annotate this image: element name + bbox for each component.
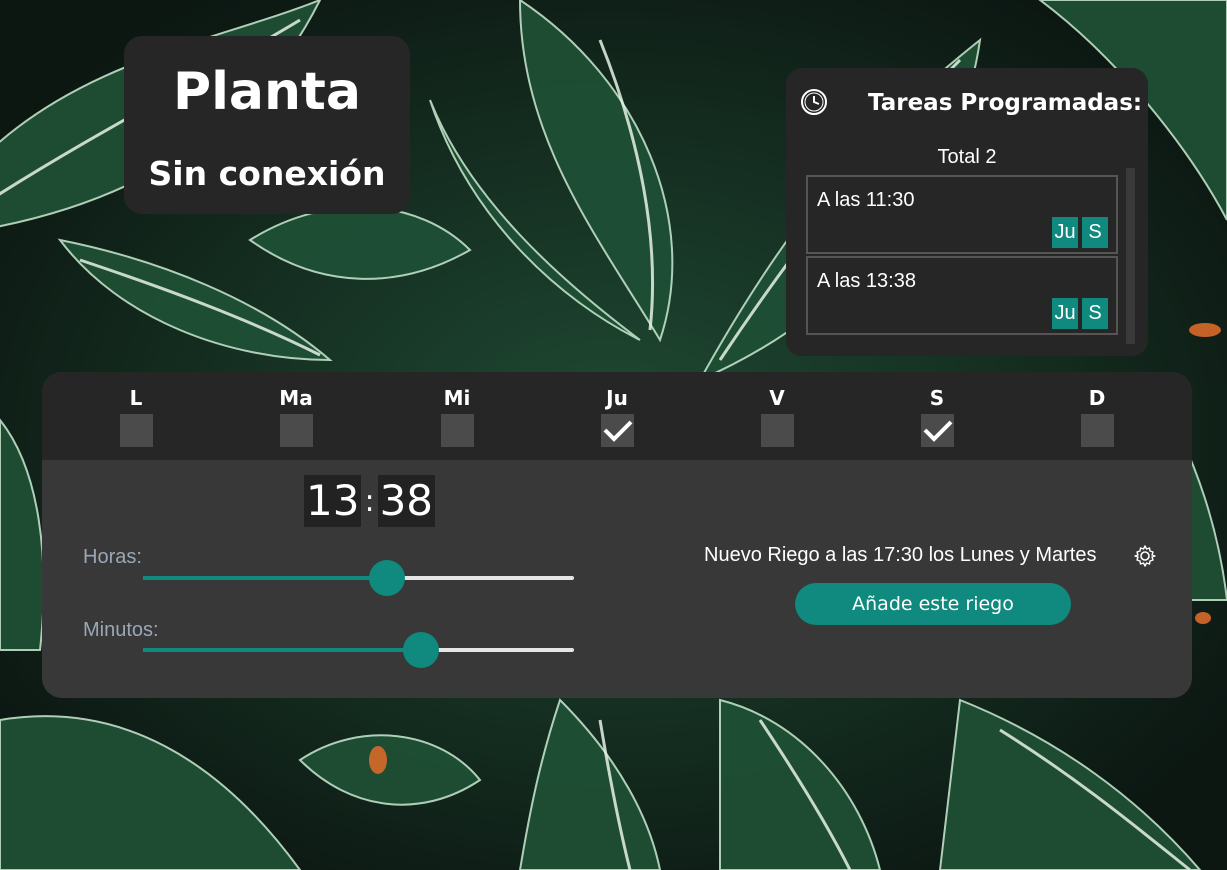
task-list: A las 11:30 Ju S A las 13:38 Ju S	[806, 175, 1118, 337]
weekday-selector: L Ma Mi Ju V S D	[42, 372, 1192, 460]
weekday-sabado: S	[907, 386, 967, 447]
weekday-checkbox[interactable]	[760, 414, 794, 447]
new-irrigation-summary: Nuevo Riego a las 17:30 los Lunes y Mart…	[704, 544, 1097, 566]
weekday-checkbox[interactable]	[440, 414, 474, 447]
task-item[interactable]: A las 13:38 Ju S	[806, 256, 1118, 335]
add-irrigation-button[interactable]: Añade este riego	[795, 583, 1071, 625]
clock-icon	[801, 89, 827, 115]
minutes-slider-fill	[143, 648, 421, 652]
task-day-chip: Ju	[1052, 217, 1078, 248]
task-time: A las 13:38	[817, 270, 916, 292]
weekday-jueves: Ju	[587, 386, 647, 447]
schedule-editor-panel: L Ma Mi Ju V S D 13 : 38 Horas: Minutos:…	[42, 372, 1192, 698]
weekday-label: L	[129, 386, 143, 410]
checkmark-icon	[603, 420, 632, 442]
weekday-checkbox[interactable]	[279, 414, 313, 447]
weekday-label: D	[1088, 386, 1106, 410]
scheduled-tasks-panel: Tareas Programadas: Total 2 A las 11:30 …	[786, 68, 1148, 356]
task-day-chip: S	[1082, 298, 1108, 329]
task-day-chip: S	[1082, 217, 1108, 248]
hours-slider-fill	[143, 576, 387, 580]
weekday-martes: Ma	[266, 386, 326, 447]
tasks-total-count: Total 2	[937, 146, 997, 168]
hours-slider-thumb[interactable]	[368, 560, 405, 596]
hours-display: 13	[304, 475, 362, 527]
task-days: Ju S	[1052, 298, 1108, 329]
weekday-lunes: L	[106, 386, 166, 447]
weekday-checkbox[interactable]	[1080, 414, 1114, 447]
weekday-label: V	[769, 386, 785, 410]
time-separator: :	[364, 483, 375, 519]
minutes-display: 38	[377, 475, 436, 527]
weekday-checkbox[interactable]	[119, 414, 153, 447]
weekday-domingo: D	[1067, 386, 1127, 447]
weekday-miercoles: Mi	[427, 386, 487, 447]
time-display: 13 : 38	[304, 475, 436, 527]
task-time: A las 11:30	[817, 189, 915, 211]
hours-slider-label: Horas:	[83, 546, 142, 568]
minutes-slider[interactable]	[143, 632, 574, 668]
task-item[interactable]: A las 11:30 Ju S	[806, 175, 1118, 254]
weekday-label: S	[929, 386, 945, 410]
weekday-checkbox[interactable]	[920, 414, 954, 447]
weekday-label: Ju	[606, 386, 628, 410]
gear-icon[interactable]	[1133, 544, 1157, 568]
plant-status-card: Planta Sin conexión	[124, 36, 410, 214]
weekday-checkbox[interactable]	[600, 414, 634, 447]
minutes-slider-label: Minutos:	[83, 619, 159, 641]
plant-name-title: Planta	[173, 62, 361, 122]
scheduled-tasks-header: Tareas Programadas:	[800, 86, 1143, 120]
weekday-label: Mi	[443, 386, 471, 410]
checkmark-icon	[923, 420, 952, 442]
minutes-slider-thumb[interactable]	[402, 632, 439, 668]
weekday-viernes: V	[747, 386, 807, 447]
scheduled-tasks-title: Tareas Programadas:	[868, 90, 1143, 116]
weekday-label: Ma	[279, 386, 313, 410]
connection-status: Sin conexión	[148, 154, 386, 193]
hours-slider[interactable]	[143, 560, 574, 596]
task-day-chip: Ju	[1052, 298, 1078, 329]
task-days: Ju S	[1052, 217, 1108, 248]
task-list-scrollbar[interactable]	[1126, 168, 1135, 344]
